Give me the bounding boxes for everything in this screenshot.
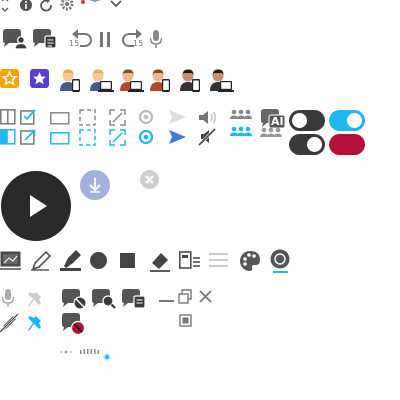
pause-icon[interactable]	[99, 31, 113, 49]
fill-bucket-icon[interactable]	[269, 249, 291, 273]
avatar-brown-phone-icon	[150, 69, 170, 92]
pencil-icon[interactable]	[30, 249, 52, 271]
split-panel-active-icon[interactable]	[0, 129, 18, 147]
chevron-down-icon[interactable]	[110, 0, 124, 10]
window-rectangle-icon[interactable]	[50, 112, 70, 126]
skip-back-seconds-label: 15	[69, 39, 80, 48]
microphone-icon[interactable]	[149, 30, 163, 50]
checkbox-panel-icon[interactable]	[20, 109, 38, 127]
toggle-dark-off[interactable]	[289, 110, 325, 131]
open-external-icon[interactable]	[20, 129, 38, 147]
window-rectangle-active-icon[interactable]	[50, 132, 70, 146]
chat-search-icon[interactable]	[90, 289, 118, 311]
play-button[interactable]	[1, 171, 71, 241]
refresh-icon[interactable]	[40, 0, 54, 13]
fullscreen-dashed-active-icon[interactable]	[79, 129, 97, 147]
info-icon[interactable]	[20, 0, 32, 12]
stop-square-icon[interactable]	[179, 314, 193, 328]
audience-icon[interactable]	[229, 109, 255, 127]
pin-active-icon[interactable]	[28, 313, 46, 333]
speaker-icon[interactable]	[198, 110, 218, 126]
minimize-icon[interactable]	[158, 289, 176, 307]
chat-forbidden-icon[interactable]	[60, 313, 88, 337]
expand-active-icon[interactable]	[109, 129, 127, 147]
clear-button[interactable]	[140, 170, 159, 189]
palette-icon[interactable]	[239, 250, 261, 272]
chat-participants-icon[interactable]	[1, 29, 29, 51]
avatar-dark-laptop-icon	[210, 69, 234, 92]
audio-level-bars-icon	[80, 349, 99, 354]
download-button[interactable]	[80, 170, 110, 200]
notification-dot-icon	[81, 0, 85, 4]
eraser-icon[interactable]	[149, 250, 171, 272]
speaker-muted-icon[interactable]	[197, 127, 218, 147]
gear-icon[interactable]	[60, 0, 74, 12]
diamond-icon	[89, 0, 101, 2]
pin-disabled-icon[interactable]	[28, 289, 46, 309]
radio-ring-active-icon[interactable]	[138, 129, 156, 147]
skip-forward-seconds-label: 15	[133, 39, 144, 48]
send-active-icon[interactable]	[168, 129, 188, 147]
square-shape-icon[interactable]	[119, 252, 139, 272]
chat-blocked-icon[interactable]	[60, 289, 88, 311]
audience-active-icon[interactable]	[229, 126, 255, 142]
audience-secondary-icon[interactable]	[259, 127, 285, 145]
chat-document-icon[interactable]	[120, 289, 148, 311]
fullscreen-dashed-icon[interactable]	[79, 109, 97, 127]
line-weight-icon[interactable]	[208, 251, 230, 273]
play-icon	[30, 195, 47, 217]
star-badge-purple-icon[interactable]	[30, 69, 50, 89]
radio-ring-icon[interactable]	[138, 109, 156, 127]
expand-icon[interactable]	[109, 109, 127, 127]
download-icon	[89, 178, 101, 193]
send-icon[interactable]	[168, 109, 188, 127]
toggle-knob	[347, 113, 362, 128]
split-panel-icon[interactable]	[0, 109, 18, 127]
microphone-disabled-icon[interactable]	[1, 289, 15, 309]
text-format-icon[interactable]	[179, 250, 203, 272]
pencil-strike-icon[interactable]	[0, 313, 19, 333]
avatar-blonde-phone-icon	[60, 69, 80, 92]
screen-share-icon[interactable]	[0, 251, 22, 271]
avatar-blonde-laptop-icon	[90, 69, 114, 92]
chat-notes-icon[interactable]	[31, 29, 59, 51]
avatar-brown-laptop-icon	[120, 69, 144, 92]
avatar-dark-phone-icon	[180, 69, 200, 92]
close-window-icon[interactable]	[198, 289, 216, 307]
toggle-knob	[347, 137, 362, 152]
toggle-blue-on[interactable]	[329, 110, 365, 131]
toggle-dark-on[interactable]	[289, 134, 325, 155]
toggle-red-on[interactable]	[329, 134, 365, 155]
sort-arrows-icon[interactable]	[0, 0, 10, 12]
toggle-knob	[307, 137, 322, 152]
close-icon	[145, 175, 154, 184]
star-badge-orange-icon[interactable]	[0, 69, 20, 89]
live-indicator-dot-icon	[103, 353, 111, 361]
circle-shape-icon[interactable]	[89, 251, 109, 271]
highlighter-icon[interactable]	[60, 249, 82, 271]
typing-dots-icon	[60, 350, 72, 354]
restore-window-icon[interactable]	[178, 289, 196, 307]
toggle-knob	[292, 113, 307, 128]
